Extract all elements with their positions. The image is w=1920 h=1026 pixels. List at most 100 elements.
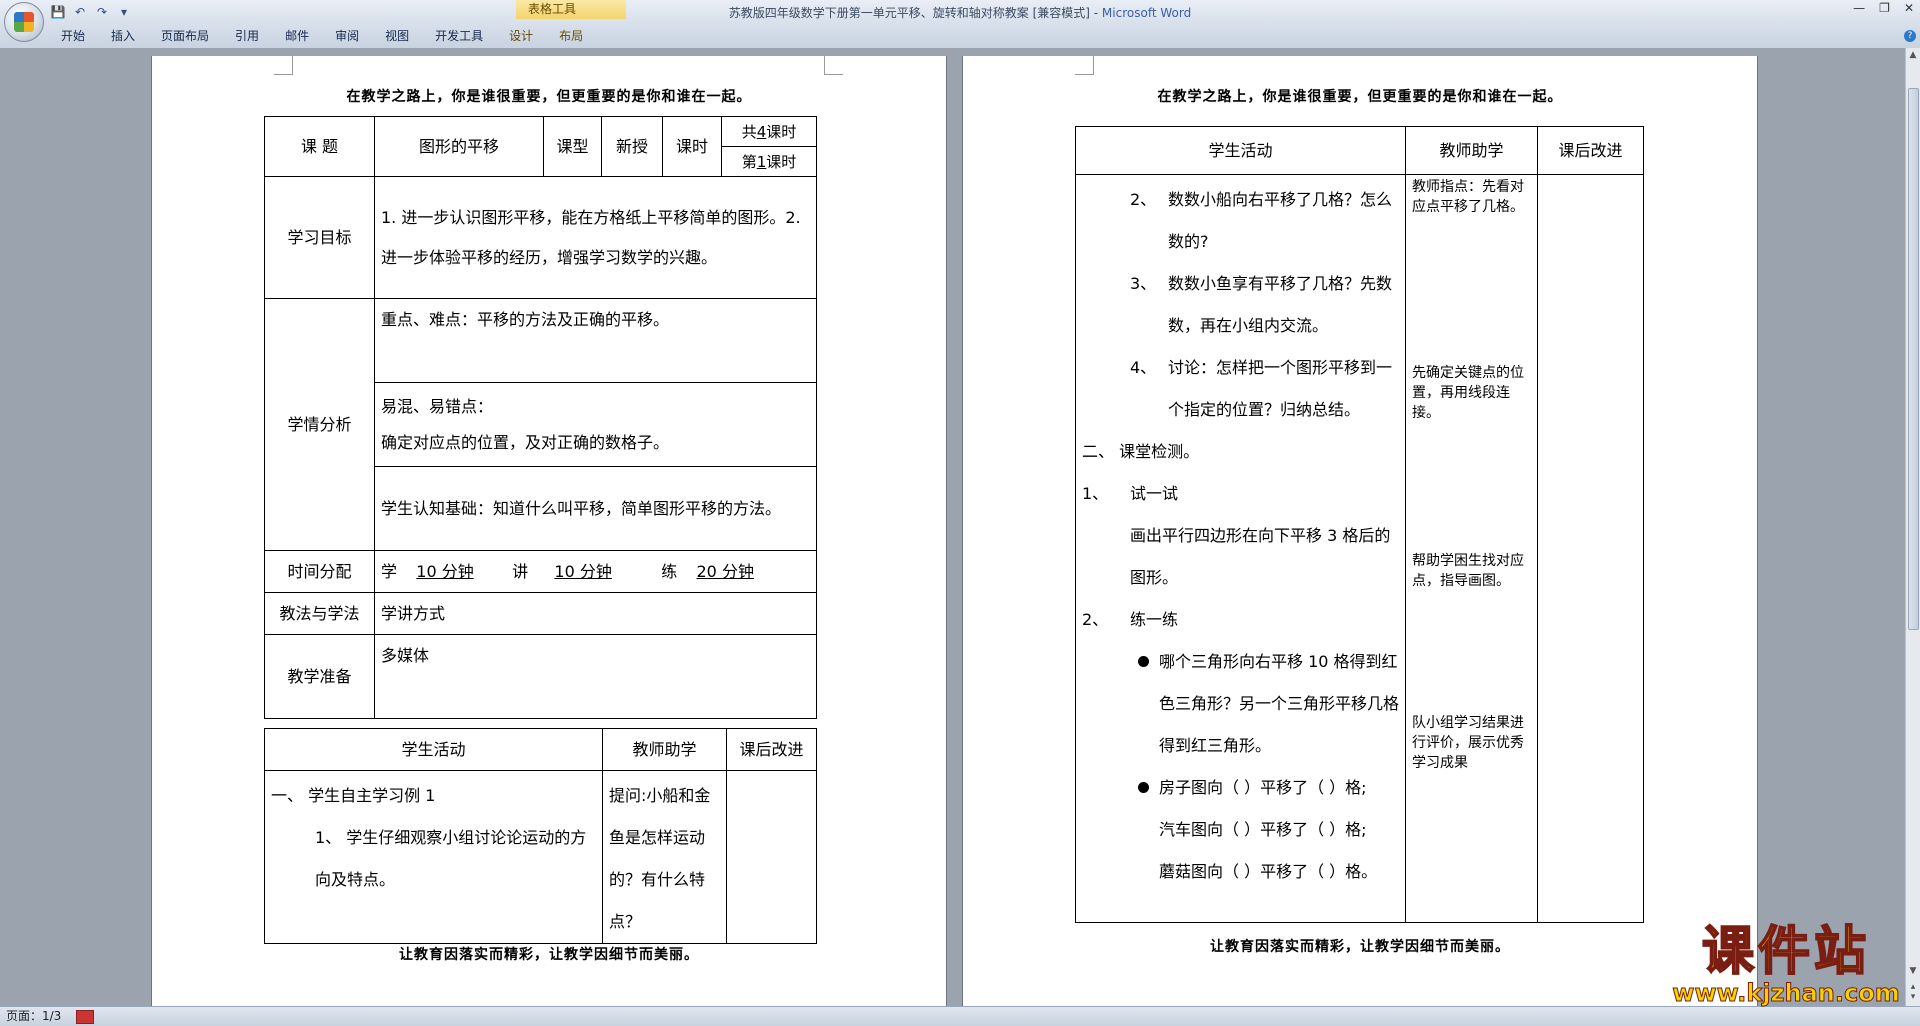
item-text: 数数小船向右平移了几格？怎么数的? (1168, 190, 1393, 251)
goals-label: 学习目标 (264, 176, 375, 299)
analysis-label: 学情分析 (264, 298, 375, 551)
scroll-down-icon[interactable]: ▼ (1907, 966, 1919, 978)
teach-label: 讲 (512, 561, 529, 581)
practice-block: 2、 练一练 (1082, 599, 1399, 641)
observe-text: 1、 学生仔细观察小组讨论论运动的方向及特点。 (315, 828, 587, 889)
item-text: 数数小鱼享有平移了几格？先数数，再在小组内交流。 (1168, 274, 1393, 335)
restore-icon[interactable]: ❐ (1879, 1, 1890, 15)
try-text: 画出平行四边形在向下平移 3 格后的图形。 (1130, 526, 1391, 587)
total-num: 4 (756, 122, 767, 141)
total-periods: 共4课时 (721, 116, 817, 147)
confusion-title: 易混、易错点： (381, 396, 494, 416)
bullet-text: 哪个三角形向右平移 10 格得到红色三角形？另一个三角形平移几格得到红三角形。 (1159, 652, 1400, 755)
close-icon[interactable]: ✕ (1904, 1, 1914, 15)
period-label: 课时 (662, 116, 722, 177)
teacher-note: 先确定关键点的位置，再用线段连接。 (1412, 365, 1524, 421)
teacher-question: 提问:小船和金鱼是怎样运动的？有什么特点？ (602, 770, 727, 944)
tab-view[interactable]: 视图 (372, 26, 422, 46)
bullet-item: 哪个三角形向右平移 10 格得到红色三角形？另一个三角形平移几格得到红三角形。 (1082, 641, 1399, 767)
prep-label: 教学准备 (264, 634, 375, 719)
scroll-thumb[interactable] (1908, 88, 1919, 630)
margin-corner (274, 56, 293, 75)
watermark-title: 课件站 (1701, 922, 1870, 982)
current-period: 第1课时 (721, 146, 817, 177)
confusion-text: 确定对应点的位置，及对正确的数格子。 (381, 432, 670, 452)
section-2-title: 二、 课堂检测。 (1082, 442, 1200, 461)
watermark-url: www.kjzhan.com (1672, 979, 1900, 1007)
total-post: 课时 (766, 122, 797, 141)
minimize-icon[interactable]: — (1853, 1, 1865, 15)
tab-layout[interactable]: 布局 (546, 26, 596, 46)
bullet-line: 房子图向（ ）平移了（ ）格; (1159, 778, 1367, 797)
tab-home[interactable]: 开始 (48, 26, 98, 46)
practice-label: 练 (661, 561, 678, 581)
teacher-note: 帮助学困生找对应点，指导画图。 (1412, 553, 1524, 589)
lesson-table: 课 题 图形的平移 课型 新授 课时 共4课时 第1课时 学习目标 1. 进一步… (264, 116, 817, 719)
list-item: 4、 讨论：怎样把一个图形平移到一个指定的位置？归纳总结。 (1082, 347, 1399, 431)
tab-design[interactable]: 设计 (496, 26, 546, 46)
tab-insert[interactable]: 插入 (98, 26, 148, 46)
nth-pre: 第 (741, 152, 757, 171)
learn-value: 10 分钟 (416, 561, 474, 581)
item-num: 2、 (1130, 190, 1157, 209)
practice-title: 练一练 (1130, 610, 1179, 629)
bullet-item: 房子图向（ ）平移了（ ）格; 汽车图向（ ）平移了（ ）格; 蘑菇图向（ ）平移了… (1082, 767, 1399, 893)
revise-head: 课后改进 (1537, 126, 1644, 175)
learn-label: 学 (381, 561, 398, 581)
prep-value: 多媒体 (374, 634, 817, 719)
scroll-up-icon[interactable]: ▲ (1907, 50, 1919, 62)
next-page-icon[interactable]: ▾ (1907, 992, 1919, 1004)
revise-head: 课后改进 (726, 728, 817, 771)
page-2: 在教学之路上，你是谁很重要，但更重要的是你和谁在一起。 学生活动 教师助学 课后… (963, 56, 1757, 1006)
page-1: 在教学之路上，你是谁很重要，但更重要的是你和谁在一起。 课 题 图形的平移 课型… (152, 56, 946, 1006)
page-header: 在教学之路上，你是谁很重要，但更重要的是你和谁在一起。 (1157, 89, 1563, 105)
tab-developer[interactable]: 开发工具 (422, 26, 496, 46)
status-bar: 页面：1/3 (0, 1006, 1920, 1026)
window-title: 苏教版四年级数学下册第一单元平移、旋转和轴对称教案 [兼容模式] - Micro… (0, 4, 1920, 21)
window-controls: — ❐ ✕ (1853, 1, 1914, 15)
vertical-scrollbar[interactable]: ▲ ▼ ▴ ▾ (1905, 48, 1920, 1006)
proofing-icon[interactable] (76, 1010, 94, 1024)
tab-review[interactable]: 审阅 (322, 26, 372, 46)
list-item: 2、 数数小船向右平移了几格？怎么数的? (1082, 179, 1399, 263)
practice-num: 2、 (1082, 610, 1109, 629)
bullet-icon (1138, 656, 1149, 667)
bullet-line: 汽车图向（ ）平移了（ ）格; (1159, 820, 1367, 839)
teacher-note: 队小组学习结果进行评价，展示优秀学习成果 (1412, 715, 1524, 771)
cognitive-basis: 学生认知基础：知道什么叫平移，简单图形平移的方法。 (374, 466, 817, 551)
time-label: 时间分配 (264, 550, 375, 593)
item-num: 3、 (1130, 274, 1157, 293)
revise-cell (726, 770, 817, 944)
page-header: 在教学之路上，你是谁很重要，但更重要的是你和谁在一起。 (346, 89, 752, 105)
time-allocation: 学 10 分钟 讲 10 分钟 练 20 分钟 (374, 550, 817, 593)
bullet-icon (1138, 782, 1149, 793)
tab-mailings[interactable]: 邮件 (272, 26, 322, 46)
teacher-note: 教师指点：先看对应点平移了几格。 (1412, 179, 1524, 215)
help-icon[interactable]: ? (1904, 30, 1916, 42)
document-title: 苏教版四年级数学下册第一单元平移、旋转和轴对称教案 [兼容模式] - (728, 6, 1102, 20)
watermark-logo: 课件站 www.kjzhan.com (1666, 922, 1906, 1007)
tab-page-layout[interactable]: 页面布局 (148, 26, 222, 46)
margin-corner (1075, 56, 1094, 75)
try-it-block: 1、 试一试 (1082, 473, 1399, 515)
teacher-help-head: 教师助学 (602, 728, 727, 771)
page-count[interactable]: 页面：1/3 (6, 1007, 61, 1026)
bullet-line: 蘑菇图向（ ）平移了（ ）格。 (1159, 862, 1378, 881)
tab-references[interactable]: 引用 (222, 26, 272, 46)
student-activity-head: 学生活动 (264, 728, 603, 771)
self-study-title: 一、 学生自主学习例 1 (271, 786, 436, 805)
try-title: 试一试 (1130, 484, 1179, 503)
item-text: 讨论：怎样把一个图形平移到一个指定的位置？归纳总结。 (1168, 358, 1393, 419)
type-label: 课型 (543, 116, 602, 177)
goals-text: 1. 进一步认识图形平移，能在方格纸上平移简单的图形。2. 进一步体验平移的经历… (374, 176, 817, 299)
margin-corner (824, 56, 843, 75)
title-bar: 💾 ↶ ↷ ▾ 表格工具 苏教版四年级数学下册第一单元平移、旋转和轴对称教案 [… (0, 0, 1920, 49)
method-value: 学讲方式 (374, 592, 817, 635)
practice-value: 20 分钟 (696, 561, 754, 581)
document-area: 在教学之路上，你是谁很重要，但更重要的是你和谁在一起。 课 题 图形的平移 课型… (0, 48, 1906, 1006)
teach-value: 10 分钟 (554, 561, 612, 581)
confusion-cell: 易混、易错点： 确定对应点的位置，及对正确的数格子。 (374, 382, 817, 467)
topic-label: 课 题 (264, 116, 375, 177)
teacher-help-head: 教师助学 (1405, 126, 1538, 175)
bullet-lines: 房子图向（ ）平移了（ ）格; 汽车图向（ ）平移了（ ）格; 蘑菇图向（ ）平移了… (1159, 767, 1377, 893)
